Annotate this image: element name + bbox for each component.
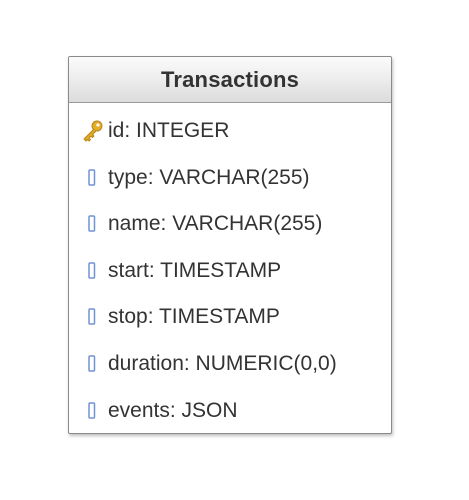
attribute-row[interactable]: start: TIMESTAMP <box>69 256 281 286</box>
column-icon <box>80 352 104 376</box>
attribute-text: id: INTEGER <box>108 119 230 142</box>
attribute-text: start: TIMESTAMP <box>108 259 282 282</box>
key-icon <box>80 119 104 143</box>
column-icon <box>80 259 104 283</box>
attribute-text: duration: NUMERIC(0,0) <box>108 352 337 375</box>
attribute-row[interactable]: duration: NUMERIC(0,0) <box>69 349 337 379</box>
attribute-text: events: JSON <box>108 399 238 422</box>
attribute-row[interactable]: events: JSON <box>69 396 238 426</box>
attribute-text: name: VARCHAR(255) <box>108 212 323 235</box>
entity-header: Transactions <box>69 57 391 103</box>
column-icon <box>80 166 104 190</box>
attribute-text: type: VARCHAR(255) <box>108 166 310 189</box>
attribute-row[interactable]: id: INTEGER <box>69 116 229 146</box>
entity-transactions[interactable]: Transactions id: INTEGER type: VARCHAR(2… <box>68 56 392 434</box>
attribute-row[interactable]: name: VARCHAR(255) <box>69 209 322 239</box>
attribute-text: stop: TIMESTAMP <box>108 305 280 328</box>
entity-title: Transactions <box>160 66 300 92</box>
attribute-row[interactable]: stop: TIMESTAMP <box>69 302 280 332</box>
attribute-row[interactable]: type: VARCHAR(255) <box>69 163 310 193</box>
column-icon <box>80 305 104 329</box>
column-icon <box>80 212 104 236</box>
column-icon <box>80 399 104 423</box>
